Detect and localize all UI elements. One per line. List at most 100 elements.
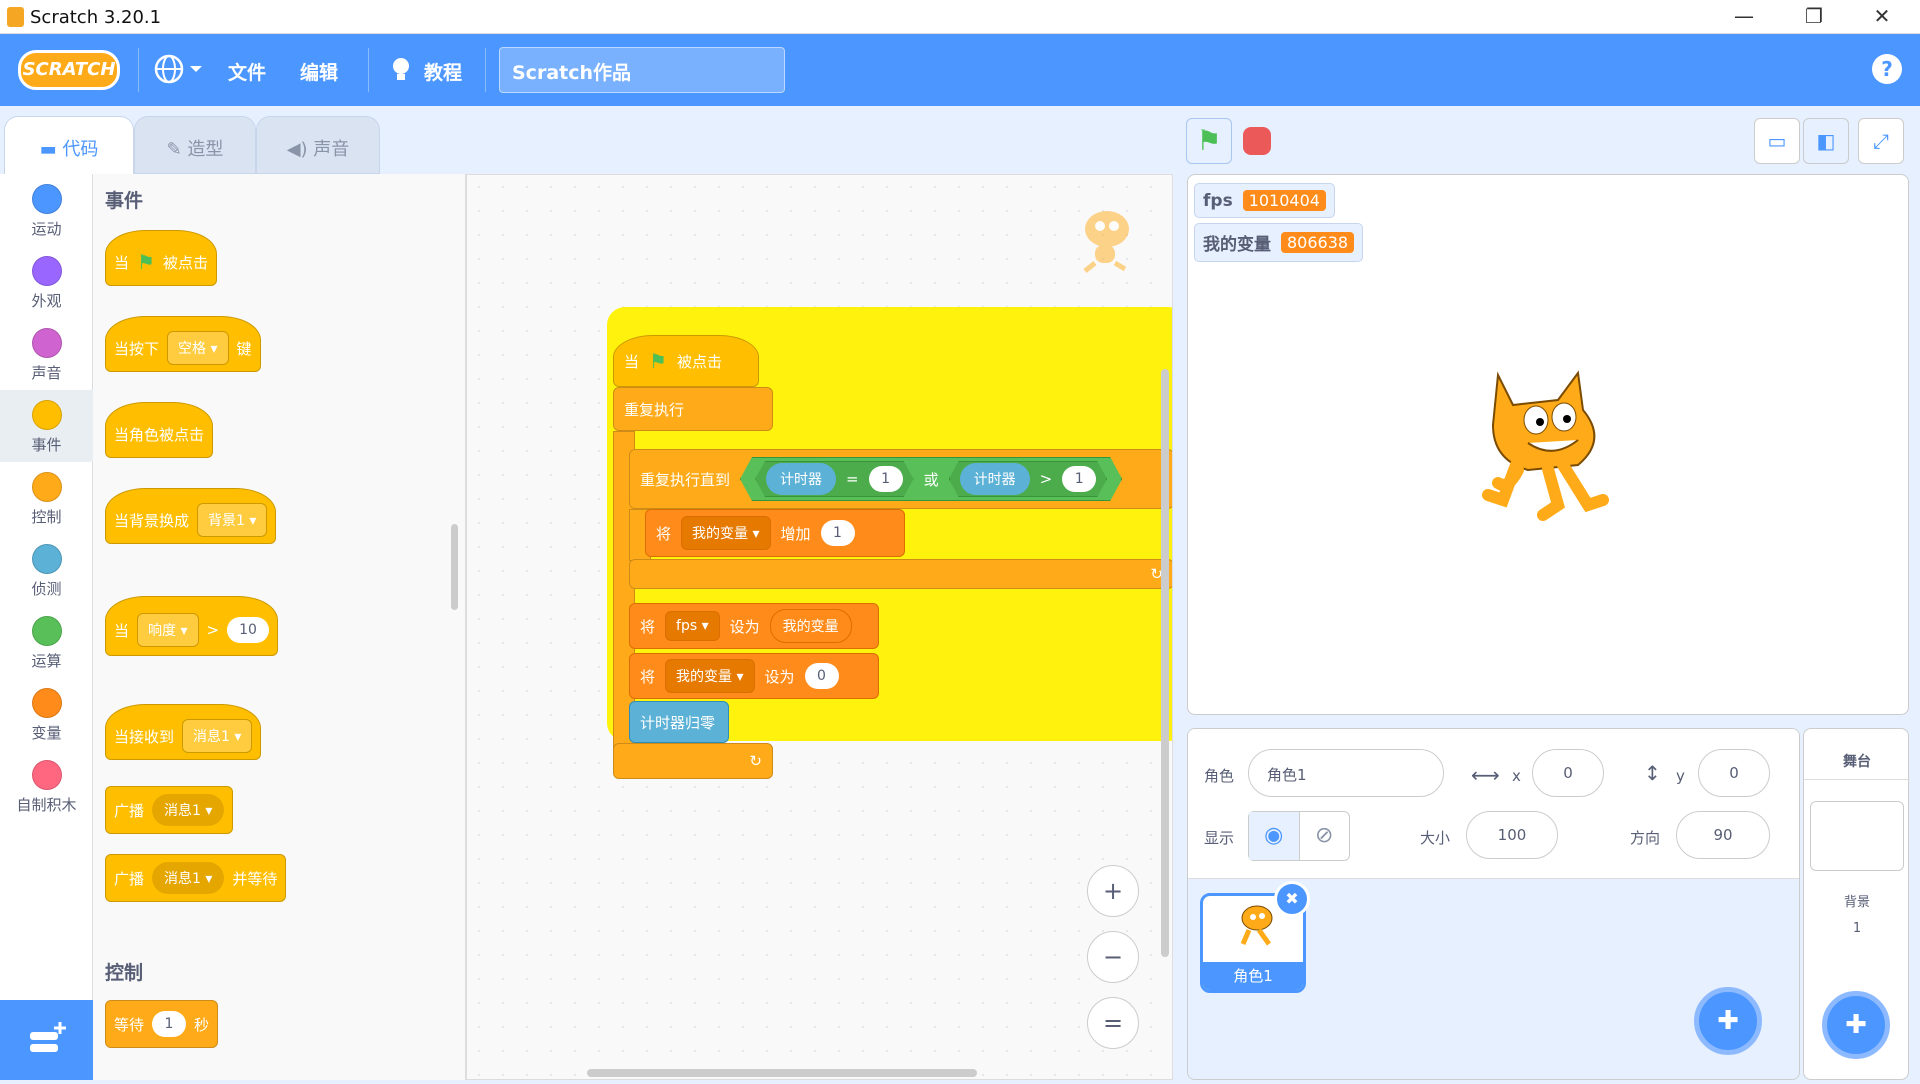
block-when-key-pressed[interactable]: 当按下 空格 ▾ 键 xyxy=(105,316,261,372)
backdrop-dropdown[interactable]: 背景1 ▾ xyxy=(197,503,268,537)
script-forever[interactable]: 重复执行 xyxy=(613,387,773,431)
tutorials-menu[interactable]: 教程 xyxy=(424,58,462,85)
block-broadcast[interactable]: 广播 消息1 ▾ xyxy=(105,786,234,834)
workspace-vertical-scrollbar[interactable] xyxy=(1161,369,1169,957)
y-label: y xyxy=(1676,767,1685,785)
message-dropdown[interactable]: 消息1 ▾ xyxy=(182,719,253,753)
edit-menu[interactable]: 编辑 xyxy=(300,58,338,85)
zoom-in-button[interactable]: + xyxy=(1087,865,1139,917)
stage-thumbnail[interactable] xyxy=(1810,801,1904,871)
script-workspace[interactable]: 当 ⚑ 被点击 重复执行 ↻ 重复执行直到 计时器 = 1 或 计时器 > 1 … xyxy=(466,174,1173,1080)
variable-dropdown[interactable]: 我的变量 ▾ xyxy=(665,659,755,693)
add-extension-button[interactable] xyxy=(0,1000,93,1080)
number-input[interactable]: 10 xyxy=(227,617,269,643)
category-control[interactable]: 控制 xyxy=(0,462,93,534)
block-when-backdrop-switches[interactable]: 当背景换成 背景1 ▾ xyxy=(105,488,277,544)
restore-button[interactable]: ❐ xyxy=(1794,4,1834,28)
category-sensing[interactable]: 侦测 xyxy=(0,534,93,606)
green-flag-button[interactable]: ⚑ xyxy=(1186,118,1232,164)
show-sprite-button[interactable]: ◉ xyxy=(1249,812,1300,860)
delete-sprite-button[interactable]: ✖ xyxy=(1274,881,1310,917)
number-input[interactable]: 1 xyxy=(820,520,855,546)
project-title-input[interactable]: Scratch作品 xyxy=(499,47,785,93)
sprite-cat-icon[interactable] xyxy=(1468,365,1618,525)
key-dropdown[interactable]: 空格 ▾ xyxy=(167,331,229,365)
script-when-flag-clicked[interactable]: 当 ⚑ 被点击 xyxy=(613,335,759,387)
tab-sounds[interactable]: ◀) 声音 xyxy=(256,116,380,174)
choose-sprite-button[interactable]: ✚ xyxy=(1694,987,1762,1055)
block-when-receive[interactable]: 当接收到 消息1 ▾ xyxy=(105,704,262,760)
category-sound[interactable]: 声音 xyxy=(0,318,93,390)
variable-dropdown[interactable]: 我的变量 ▾ xyxy=(681,516,771,550)
category-events[interactable]: 事件 xyxy=(0,390,93,462)
language-menu[interactable] xyxy=(152,52,204,90)
palette-scrollbar[interactable] xyxy=(451,524,458,610)
stop-button[interactable] xyxy=(1243,127,1271,155)
backdrop-plus-icon: ✚ xyxy=(1845,1010,1867,1040)
category-motion[interactable]: 运动 xyxy=(0,174,93,246)
equals-operator-block[interactable]: 计时器 = 1 xyxy=(755,461,914,497)
workspace-horizontal-scrollbar[interactable] xyxy=(587,1069,977,1077)
zoom-out-button[interactable]: − xyxy=(1087,931,1139,983)
sensor-dropdown[interactable]: 响度 ▾ xyxy=(137,613,199,647)
script-repeat-until[interactable]: 重复执行直到 计时器 = 1 或 计时器 > 1 xyxy=(629,449,1172,509)
variable-reporter[interactable]: 我的变量 xyxy=(769,609,852,643)
number-input[interactable]: 1 xyxy=(152,1011,187,1037)
block-when-loudness[interactable]: 当 响度 ▾ > 10 xyxy=(105,596,278,656)
message-dropdown[interactable]: 消息1 ▾ xyxy=(152,794,225,826)
timer-reporter[interactable]: 计时器 xyxy=(960,463,1030,495)
variable-monitor-fps[interactable]: fps 1010404 xyxy=(1194,183,1335,218)
or-operator-block[interactable]: 计时器 = 1 或 计时器 > 1 xyxy=(740,457,1122,501)
dropdown-value: 响度 xyxy=(148,623,177,639)
timer-reporter[interactable]: 计时器 xyxy=(766,463,836,495)
x-input[interactable]: 0 xyxy=(1532,749,1604,797)
block-wait[interactable]: 等待 1 秒 xyxy=(105,1000,219,1048)
stage[interactable]: fps 1010404 我的变量 806638 xyxy=(1187,174,1909,715)
category-menu: 运动 外观 声音 事件 控制 侦测 运算 变量 自制积木 xyxy=(0,174,93,1000)
size-input[interactable]: 100 xyxy=(1466,811,1558,859)
block-broadcast-and-wait[interactable]: 广播 消息1 ▾ 并等待 xyxy=(105,854,287,902)
variable-dropdown[interactable]: fps ▾ xyxy=(665,611,720,641)
block-when-flag-clicked[interactable]: 当 ⚑ 被点击 xyxy=(105,230,217,286)
script-set-fps[interactable]: 将 fps ▾ 设为 我的变量 xyxy=(629,603,879,649)
stage-selector[interactable]: 舞台 背景 1 ✚ xyxy=(1803,728,1910,1080)
sprite-name-input[interactable]: 角色1 xyxy=(1248,749,1444,797)
tab-costumes[interactable]: ✎ 造型 xyxy=(134,116,256,174)
minimize-button[interactable]: — xyxy=(1724,4,1764,28)
choose-backdrop-button[interactable]: ✚ xyxy=(1822,991,1890,1059)
dropdown-value: 消息1 xyxy=(193,729,230,745)
category-my-blocks[interactable]: 自制积木 xyxy=(0,750,93,822)
zoom-reset-button[interactable]: = xyxy=(1087,997,1139,1049)
direction-input[interactable]: 90 xyxy=(1676,811,1770,859)
hide-sprite-button[interactable]: ⊘ xyxy=(1300,812,1350,860)
number-input[interactable]: 0 xyxy=(804,663,839,689)
script-set-variable[interactable]: 将 我的变量 ▾ 设为 0 xyxy=(629,653,879,699)
message-dropdown[interactable]: 消息1 ▾ xyxy=(152,862,225,894)
forever-bottom: ↻ xyxy=(613,743,773,779)
category-operators[interactable]: 运算 xyxy=(0,606,93,678)
script-change-variable[interactable]: 将 我的变量 ▾ 增加 1 xyxy=(645,509,905,557)
small-stage-button[interactable]: ▭ xyxy=(1754,118,1800,164)
number-input[interactable]: 1 xyxy=(1062,466,1096,492)
category-dot xyxy=(31,472,62,502)
normal-stage-button[interactable]: ◧ xyxy=(1803,118,1849,164)
divider xyxy=(1804,779,1910,780)
greater-than-operator-block[interactable]: 计时器 > 1 xyxy=(949,461,1108,497)
category-looks[interactable]: 外观 xyxy=(0,246,93,318)
tab-code[interactable]: ▬ 代码 xyxy=(4,116,134,174)
number-input[interactable]: 1 xyxy=(869,466,903,492)
sprite-cat-icon xyxy=(1240,905,1273,946)
fullscreen-button[interactable]: ⤢ xyxy=(1858,118,1904,164)
close-button[interactable]: ✕ xyxy=(1862,4,1902,28)
block-text: 当按下 xyxy=(114,339,160,358)
dropdown-value: 消息1 xyxy=(164,803,201,819)
category-variables[interactable]: 变量 xyxy=(0,678,93,750)
scratch-logo[interactable]: SCRATCH xyxy=(18,50,120,90)
block-when-sprite-clicked[interactable]: 当角色被点击 xyxy=(105,402,214,458)
y-input[interactable]: 0 xyxy=(1698,749,1770,797)
help-button[interactable]: ? xyxy=(1872,54,1902,84)
script-reset-timer[interactable]: 计时器归零 xyxy=(629,701,729,743)
file-menu[interactable]: 文件 xyxy=(228,58,266,85)
variable-monitor-my-variable[interactable]: 我的变量 806638 xyxy=(1194,223,1364,262)
block-text: 当接收到 xyxy=(114,727,175,746)
